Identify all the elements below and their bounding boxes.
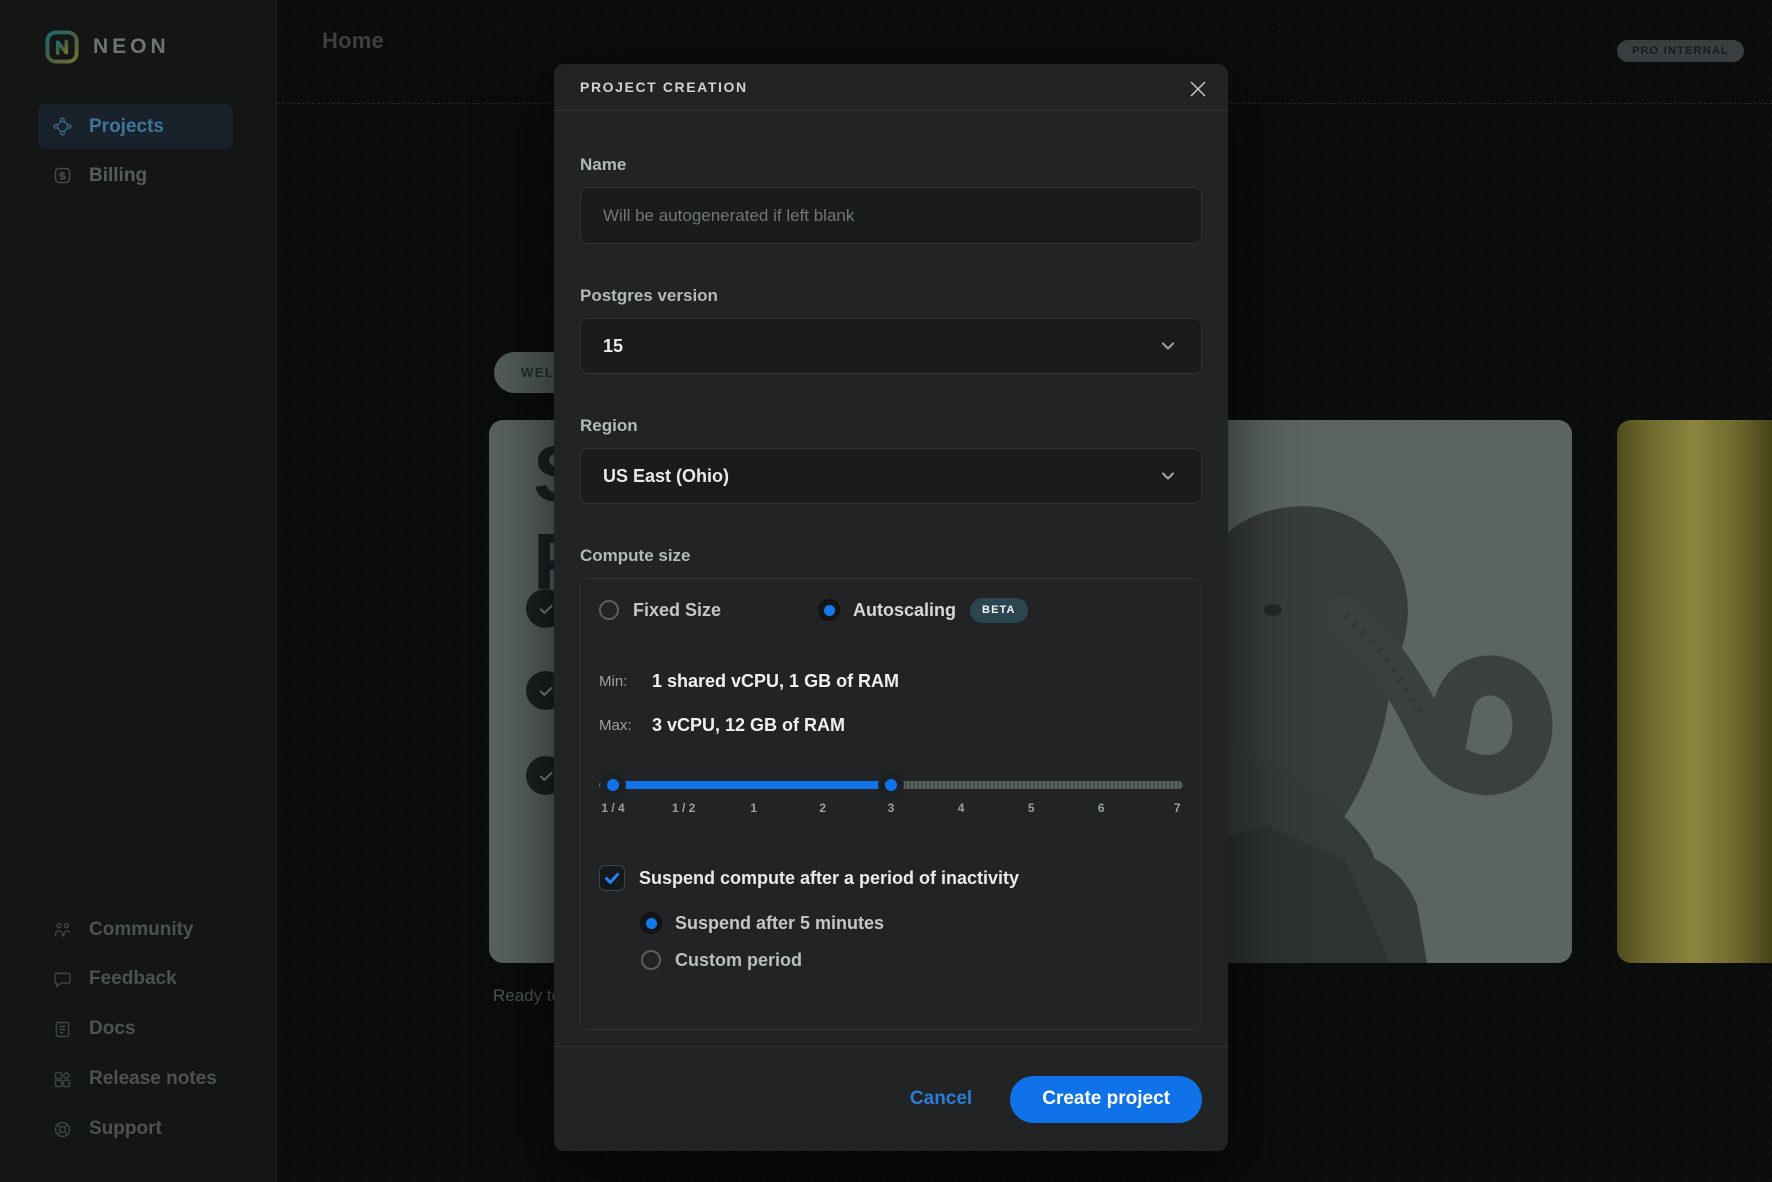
sidebar-item-projects[interactable]: Projects (38, 104, 233, 149)
create-project-button[interactable]: Create project (1010, 1076, 1202, 1123)
autoscaling-label: Autoscaling (853, 600, 956, 621)
elephant-photo-card (1195, 420, 1572, 963)
sidebar: NEON Projects Billing Community (0, 0, 277, 1182)
billing-icon (52, 165, 73, 186)
sidebar-item-docs[interactable]: Docs (38, 1007, 258, 1051)
region-value: US East (Ohio) (603, 466, 729, 487)
max-row: Max: 3 vCPU, 12 GB of RAM (599, 713, 1183, 737)
projects-icon (52, 116, 73, 137)
min-label: Min: (599, 673, 652, 690)
sidebar-item-release-notes[interactable]: Release notes (38, 1057, 258, 1101)
beta-badge: BETA (970, 598, 1028, 623)
chevron-down-icon (1157, 335, 1179, 357)
name-label: Name (580, 155, 1202, 175)
custom-period-radio[interactable] (641, 950, 661, 970)
tick-label: 7 (1174, 801, 1181, 815)
compute-size-box: Fixed Size Autoscaling BETA Min: 1 share… (580, 578, 1202, 1030)
sidebar-item-feedback[interactable]: Feedback (38, 957, 258, 1001)
tick-label: 1 / 4 (601, 801, 624, 815)
sidebar-item-billing[interactable]: Billing (38, 153, 233, 198)
tick-label: 6 (1098, 801, 1105, 815)
sidebar-item-label: Projects (89, 116, 164, 138)
chevron-down-icon (1157, 465, 1179, 487)
tick-label: 3 (888, 801, 895, 815)
close-icon[interactable] (1184, 75, 1212, 103)
compute-size-slider[interactable] (599, 781, 1183, 789)
region-select[interactable]: US East (Ohio) (580, 448, 1202, 504)
community-icon (52, 920, 73, 941)
support-icon (52, 1119, 73, 1140)
gradient-card (1617, 420, 1772, 963)
cancel-button[interactable]: Cancel (910, 1088, 972, 1110)
sidebar-item-label: Support (89, 1118, 162, 1140)
suspend-after-5-option: Suspend after 5 minutes (641, 913, 1183, 933)
modal-body: Name Postgres version 15 Region US East … (554, 155, 1228, 1030)
brand-wordmark: NEON (93, 35, 170, 59)
sidebar-item-support[interactable]: Support (38, 1107, 258, 1151)
fixed-size-radio[interactable] (599, 600, 619, 620)
plan-badge: PRO INTERNAL (1617, 40, 1744, 62)
tick-label: 5 (1028, 801, 1035, 815)
suspend-checkbox-row: Suspend compute after a period of inacti… (599, 865, 1183, 891)
app-window: Home PRO INTERNAL WELCO SP Ready to (0, 0, 1772, 1182)
sidebar-item-label: Feedback (89, 968, 177, 990)
sidebar-item-label: Release notes (89, 1068, 217, 1090)
custom-period-label: Custom period (675, 950, 802, 971)
tick-label: 4 (958, 801, 965, 815)
suspend-checkbox[interactable] (599, 865, 625, 891)
slider-tick-labels: 1 / 4 1 / 2 1 2 3 4 5 6 7 (599, 801, 1183, 817)
brand-logo[interactable]: NEON (45, 30, 170, 64)
tick-label: 2 (819, 801, 826, 815)
slider-fill (613, 781, 891, 789)
elephant-image (1195, 420, 1572, 963)
feedback-icon (52, 969, 73, 990)
postgres-version-value: 15 (603, 336, 623, 357)
modal-header: PROJECT CREATION (554, 64, 1228, 111)
suspend-after-5-label: Suspend after 5 minutes (675, 913, 884, 934)
tick-label: 1 / 2 (672, 801, 695, 815)
ready-caption: Ready to (493, 986, 561, 1006)
compute-size-label: Compute size (580, 546, 1202, 566)
slider-max-handle[interactable] (878, 772, 904, 798)
sidebar-item-community[interactable]: Community (38, 908, 258, 952)
max-value: 3 vCPU, 12 GB of RAM (652, 715, 845, 736)
suspend-after-5-radio[interactable] (641, 913, 661, 933)
compute-mode-options: Fixed Size Autoscaling BETA (599, 597, 1183, 623)
postgres-version-label: Postgres version (580, 286, 1202, 306)
docs-icon (52, 1019, 73, 1040)
page-title: Home (322, 28, 384, 54)
slider-min-handle[interactable] (600, 772, 626, 798)
region-label: Region (580, 416, 1202, 436)
sidebar-item-label: Community (89, 919, 194, 941)
custom-period-option: Custom period (641, 950, 1183, 970)
sidebar-item-label: Billing (89, 165, 147, 187)
fixed-size-label: Fixed Size (633, 600, 721, 621)
sidebar-item-label: Docs (89, 1018, 135, 1040)
autoscaling-radio[interactable] (819, 600, 839, 620)
project-name-input[interactable] (580, 187, 1202, 244)
modal-title: PROJECT CREATION (580, 79, 748, 95)
min-row: Min: 1 shared vCPU, 1 GB of RAM (599, 669, 1183, 693)
tick-label: 1 (750, 801, 757, 815)
project-creation-modal: PROJECT CREATION Name Postgres version 1… (554, 64, 1228, 1151)
min-value: 1 shared vCPU, 1 GB of RAM (652, 671, 899, 692)
modal-footer: Cancel Create project (554, 1046, 1228, 1151)
max-label: Max: (599, 717, 652, 734)
suspend-checkbox-label: Suspend compute after a period of inacti… (639, 868, 1019, 889)
neon-logo-icon (45, 30, 79, 64)
release-notes-icon (52, 1069, 73, 1090)
postgres-version-select[interactable]: 15 (580, 318, 1202, 374)
